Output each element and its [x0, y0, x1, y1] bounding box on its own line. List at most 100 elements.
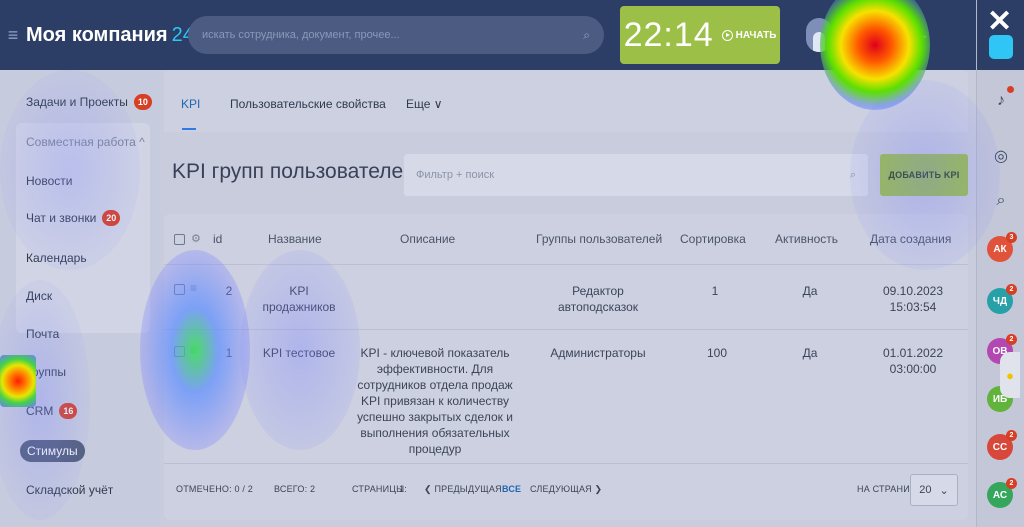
selected-count: ОТМЕЧЕНО: 0 / 2 — [176, 484, 254, 494]
sidebar-item-groups[interactable]: Группы — [26, 365, 66, 379]
sidebar-item-tasks[interactable]: Задачи и Проекты 10 — [26, 94, 152, 110]
sidebar-item-collaboration[interactable]: Совместная работа ^ — [26, 135, 145, 149]
user-avatar[interactable] — [806, 18, 832, 52]
cell-groups: Редактор автоподсказок — [557, 284, 639, 314]
row-menu-icon[interactable]: ≡ — [190, 343, 197, 357]
rail-avatar[interactable]: АС 2 — [987, 478, 1017, 508]
select-all-checkbox[interactable] — [174, 234, 185, 245]
row-checkbox[interactable] — [174, 346, 185, 357]
cell-description: KPI - ключевой показатель эффективности.… — [357, 346, 513, 456]
filter-search-input[interactable]: Фильтр + поиск ⌕ — [404, 154, 868, 196]
avatar-counter: 2 — [1006, 430, 1017, 441]
lightbulb-icon[interactable]: ● — [1000, 352, 1020, 398]
show-all-link[interactable]: ВСЕ — [502, 484, 521, 494]
column-header-name[interactable]: Название — [268, 232, 322, 246]
row-divider — [164, 264, 968, 265]
next-page-link[interactable]: СЛЕДУЮЩАЯ ❯ — [530, 484, 602, 495]
avatar-initials: СС — [992, 441, 1008, 453]
sidebar-item-label: Задачи и Проекты — [26, 95, 128, 109]
gear-icon[interactable]: ⚙ — [191, 232, 201, 245]
cell-name[interactable]: KPI тестовое — [262, 345, 336, 361]
logo-text: Моя компания — [26, 23, 168, 46]
cell-id: 2 — [225, 284, 233, 298]
column-header-created[interactable]: Дата создания — [870, 232, 951, 246]
bell-icon[interactable]: ♪ — [989, 92, 1013, 110]
kpi-table — [164, 214, 968, 520]
avatar-counter: 2 — [1006, 334, 1017, 345]
sidebar-item-mail[interactable]: Почта — [26, 327, 59, 341]
notification-dot — [1007, 86, 1014, 93]
sidebar-item-calendar[interactable]: Календарь — [26, 251, 87, 265]
column-header-id[interactable]: id — [213, 232, 222, 246]
sidebar-item-label: Чат и звонки — [26, 211, 97, 225]
sidebar-item-label: Календарь — [26, 251, 87, 265]
row-divider — [164, 463, 968, 464]
rail-header: ✕ — [977, 0, 1024, 70]
cell-active: Да — [802, 284, 818, 298]
sidebar-item-label: Диск — [26, 289, 53, 303]
page-title-text: KPI групп пользователей — [172, 160, 415, 183]
counter-badge: 20 — [102, 210, 121, 226]
menu-icon[interactable]: ≡ — [2, 25, 24, 46]
start-day-button[interactable]: НАЧАТЬ — [721, 29, 777, 41]
per-page-select[interactable]: 20 ⌄ — [910, 474, 958, 506]
user-name[interactable]: Юрий Гагарин — [840, 29, 912, 41]
company-logo[interactable]: Моя компания 24 — [26, 24, 194, 47]
chat-icon[interactable]: ◎ — [989, 146, 1013, 166]
column-header-groups[interactable]: Группы пользователей — [536, 232, 662, 246]
sidebar-item-label: CRM — [26, 404, 54, 418]
rail-avatar[interactable]: ЧД 2 — [987, 284, 1017, 314]
start-label: НАЧАТЬ — [735, 29, 777, 41]
cell-id: 1 — [225, 346, 233, 360]
total-count: ВСЕГО: 2 — [274, 484, 316, 494]
cell-sort: 1 — [711, 284, 719, 298]
cell-created: 09.10.2023 15:03:54 — [882, 284, 944, 314]
workday-clock[interactable]: 22:14 НАЧАТЬ — [620, 6, 780, 64]
per-page-value: 20 — [919, 484, 932, 496]
tab-kpi[interactable]: KPI — [181, 97, 200, 111]
sidebar-item-label: Стимулы — [27, 444, 78, 458]
sidebar-item-label: Почта — [26, 327, 60, 341]
clock-time: 22:14 — [623, 15, 714, 54]
page-title: KPI групп пользователей★ — [172, 160, 435, 184]
cell-sort: 100 — [706, 346, 728, 360]
row-menu-icon[interactable]: ≡ — [190, 281, 197, 295]
chevron-down-icon[interactable]: ⌄ — [920, 30, 928, 41]
tab-user-properties[interactable]: Пользовательские свойства — [230, 97, 386, 111]
search-icon[interactable]: ⌕ — [583, 28, 590, 43]
cell-groups: Администраторы — [550, 346, 646, 360]
filter-placeholder: Фильтр + поиск — [416, 169, 495, 181]
search-icon[interactable]: ⌕ — [850, 169, 856, 182]
sidebar-item-chat[interactable]: Чат и звонки 20 — [26, 210, 121, 226]
search-placeholder: искать сотрудника, документ, прочее... — [202, 29, 400, 41]
user-menu[interactable]: Юрий Гагарин ⌄ — [806, 18, 929, 52]
avatar-counter: 3 — [1006, 232, 1017, 243]
tab-more[interactable]: Еще ∨ — [406, 97, 443, 111]
active-tab-indicator — [182, 128, 196, 130]
sidebar-item-disk[interactable]: Диск — [26, 289, 52, 303]
column-header-description[interactable]: Описание — [400, 232, 455, 246]
sidebar-item-label: Новости — [26, 174, 73, 188]
column-header-active[interactable]: Активность — [775, 232, 838, 246]
sidebar-item-label: Совместная работа ^ — [26, 135, 145, 149]
sidebar-item-incentives[interactable]: Стимулы — [20, 440, 85, 462]
rail-avatar[interactable]: СС 2 — [987, 430, 1017, 460]
chevron-down-icon: ⌄ — [939, 484, 949, 497]
sidebar-item-crm[interactable]: CRM 16 — [26, 403, 78, 419]
sidebar-item-news[interactable]: Новости — [26, 174, 72, 188]
rail-avatar[interactable]: АК 3 — [987, 232, 1017, 262]
sidebar-item-warehouse[interactable]: Складской учёт — [26, 483, 113, 497]
add-kpi-button[interactable]: ДОБАВИТЬ KPI — [880, 154, 968, 196]
close-icon[interactable]: ✕ — [987, 4, 1012, 39]
counter-badge: 16 — [59, 403, 78, 419]
global-search-input[interactable]: искать сотрудника, документ, прочее... ⌕ — [188, 16, 604, 54]
cell-name[interactable]: KPI продажников — [262, 283, 336, 315]
page-number: 1 — [399, 484, 405, 494]
column-header-sort[interactable]: Сортировка — [680, 232, 746, 246]
sidebar-item-label: Группы — [26, 365, 66, 379]
search-icon[interactable]: ⌕ — [989, 192, 1013, 210]
cell-created: 01.01.2022 03:00:00 — [882, 346, 944, 376]
prev-page-link[interactable]: ❮ ПРЕДЫДУЩАЯ — [424, 484, 502, 495]
row-checkbox[interactable] — [174, 284, 185, 295]
avatar-counter: 2 — [1006, 478, 1017, 489]
